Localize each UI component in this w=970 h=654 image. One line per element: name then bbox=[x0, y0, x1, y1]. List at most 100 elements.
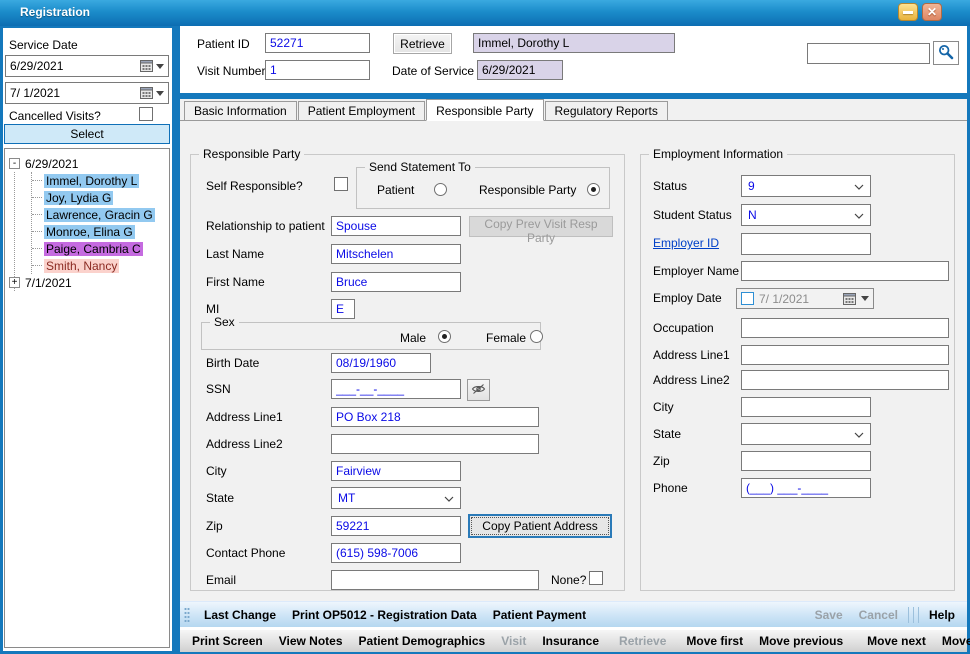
close-icon: ✕ bbox=[927, 5, 937, 19]
male-radio[interactable] bbox=[438, 330, 451, 343]
move-previous-button[interactable]: Move previous bbox=[751, 634, 851, 648]
occupation-label: Occupation bbox=[653, 321, 714, 335]
email-input[interactable] bbox=[331, 570, 539, 590]
rp-zip-input[interactable] bbox=[331, 516, 461, 536]
chevron-down-icon[interactable] bbox=[156, 64, 164, 69]
patient-radio[interactable] bbox=[434, 183, 447, 196]
service-date-end-picker[interactable]: 7/ 1/2021 bbox=[5, 82, 169, 104]
visit-number-input[interactable] bbox=[265, 60, 370, 80]
tab-regulatory-reports[interactable]: Regulatory Reports bbox=[545, 101, 668, 120]
tree-node-date-2[interactable]: + 7/1/2021 bbox=[9, 274, 167, 291]
tree-item-patient[interactable]: Joy, Lydia G bbox=[32, 189, 167, 206]
view-notes-button[interactable]: View Notes bbox=[271, 634, 351, 648]
mi-input[interactable] bbox=[331, 299, 355, 319]
emp-address2-input[interactable] bbox=[741, 370, 949, 390]
female-radio[interactable] bbox=[530, 330, 543, 343]
last-change-button[interactable]: Last Change bbox=[196, 608, 284, 622]
tree-item-patient[interactable]: Paige, Cambria C bbox=[32, 240, 167, 257]
tree-item-patient[interactable]: Immel, Dorothy L bbox=[32, 172, 167, 189]
rp-address1-input[interactable] bbox=[331, 407, 539, 427]
collapse-icon[interactable]: - bbox=[9, 158, 20, 169]
move-next-button[interactable]: Move next bbox=[859, 634, 934, 648]
emp-zip-input[interactable] bbox=[741, 451, 871, 471]
search-icon bbox=[938, 44, 954, 63]
insurance-button[interactable]: Insurance bbox=[534, 634, 607, 648]
registration-window: Registration ✕ Service Date 6/29/2021 7/… bbox=[0, 0, 970, 654]
cancel-button[interactable]: Cancel bbox=[851, 608, 906, 622]
search-input[interactable] bbox=[807, 43, 930, 64]
move-first-button[interactable]: Move first bbox=[678, 634, 751, 648]
tab-patient-employment[interactable]: Patient Employment bbox=[298, 101, 425, 120]
chevron-down-icon[interactable] bbox=[156, 91, 164, 96]
service-date-start-value: 6/29/2021 bbox=[10, 59, 140, 73]
cancelled-visits-checkbox[interactable] bbox=[139, 107, 153, 121]
patient-name-field bbox=[473, 33, 675, 53]
emp-state-label: State bbox=[653, 427, 681, 441]
status-select[interactable]: 9 bbox=[741, 175, 871, 197]
ssn-input[interactable] bbox=[331, 379, 461, 399]
first-name-input[interactable] bbox=[331, 272, 461, 292]
move-last-button[interactable]: Move last bbox=[934, 634, 970, 648]
contact-phone-input[interactable] bbox=[331, 543, 461, 563]
student-status-select[interactable]: N bbox=[741, 204, 871, 226]
rp-address2-input[interactable] bbox=[331, 434, 539, 454]
tree-item-patient[interactable]: Lawrence, Gracin G bbox=[32, 206, 167, 223]
employ-date-picker[interactable]: 7/ 1/2021 bbox=[736, 288, 874, 309]
tree-date-label[interactable]: 7/1/2021 bbox=[25, 276, 72, 290]
responsible-party-radio[interactable] bbox=[587, 183, 600, 196]
occupation-input[interactable] bbox=[741, 318, 949, 338]
employer-id-link[interactable]: Employer ID bbox=[653, 236, 719, 250]
date-of-service-field bbox=[477, 60, 563, 80]
emp-phone-input[interactable] bbox=[741, 478, 871, 498]
self-responsible-checkbox[interactable] bbox=[334, 177, 348, 191]
service-date-end-value: 7/ 1/2021 bbox=[10, 86, 140, 100]
select-button[interactable]: Select bbox=[4, 124, 170, 144]
visit-button[interactable]: Visit bbox=[493, 634, 534, 648]
tree-node-date-1[interactable]: - 6/29/2021 bbox=[9, 155, 167, 172]
save-button[interactable]: Save bbox=[807, 608, 851, 622]
birth-date-input[interactable] bbox=[331, 353, 431, 373]
patient-id-input[interactable] bbox=[265, 33, 370, 53]
send-statement-group: Send Statement To Patient Responsible Pa… bbox=[356, 167, 610, 209]
titlebar: Registration ✕ bbox=[0, 0, 970, 26]
responsible-party-group: Responsible Party Self Responsible? Send… bbox=[190, 154, 625, 591]
close-button[interactable]: ✕ bbox=[922, 3, 942, 21]
retrieve-button-bottom[interactable]: Retrieve bbox=[611, 634, 674, 648]
service-date-start-picker[interactable]: 6/29/2021 bbox=[5, 55, 169, 77]
search-button[interactable] bbox=[933, 41, 959, 65]
tab-basic-information[interactable]: Basic Information bbox=[184, 101, 297, 120]
tree-item-patient[interactable]: Smith, Nancy bbox=[32, 257, 167, 274]
minimize-button[interactable] bbox=[898, 3, 918, 21]
tree-item-patient[interactable]: Monroe, Elina G bbox=[32, 223, 167, 240]
rp-city-input[interactable] bbox=[331, 461, 461, 481]
employer-id-input[interactable] bbox=[741, 233, 871, 255]
retrieve-button[interactable]: Retrieve bbox=[393, 33, 452, 54]
chevron-down-icon bbox=[854, 208, 864, 222]
tree-date-label[interactable]: 6/29/2021 bbox=[25, 157, 78, 171]
expand-icon[interactable]: + bbox=[9, 277, 20, 288]
help-button-top[interactable]: Help bbox=[921, 608, 967, 622]
patient-demographics-button[interactable]: Patient Demographics bbox=[351, 634, 494, 648]
emp-city-input[interactable] bbox=[741, 397, 871, 417]
emp-state-select[interactable] bbox=[741, 423, 871, 445]
email-none-checkbox[interactable] bbox=[589, 571, 603, 585]
employ-date-checkbox[interactable] bbox=[741, 292, 754, 305]
patient-payment-button[interactable]: Patient Payment bbox=[485, 608, 594, 622]
rp-state-select[interactable]: MT bbox=[331, 487, 461, 509]
tab-responsible-party[interactable]: Responsible Party bbox=[426, 99, 543, 121]
header: Patient ID Retrieve Visit Number Date of… bbox=[180, 26, 967, 93]
copy-patient-address-button[interactable]: Copy Patient Address bbox=[468, 514, 612, 538]
toolbar-grip-icon[interactable] bbox=[184, 607, 190, 623]
emp-phone-label: Phone bbox=[653, 481, 688, 495]
relationship-input[interactable] bbox=[331, 216, 461, 236]
calendar-icon bbox=[140, 87, 153, 99]
employer-name-input[interactable] bbox=[741, 261, 949, 281]
print-registration-button[interactable]: Print OP5012 - Registration Data bbox=[284, 608, 485, 622]
calendar-icon bbox=[140, 60, 153, 72]
emp-address1-input[interactable] bbox=[741, 345, 949, 365]
copy-prev-visit-button[interactable]: Copy Prev Visit Resp Party bbox=[469, 216, 613, 237]
chevron-down-icon[interactable] bbox=[861, 296, 869, 301]
print-screen-button[interactable]: Print Screen bbox=[180, 634, 271, 648]
last-name-input[interactable] bbox=[331, 244, 461, 264]
ssn-visibility-button[interactable] bbox=[467, 379, 490, 401]
